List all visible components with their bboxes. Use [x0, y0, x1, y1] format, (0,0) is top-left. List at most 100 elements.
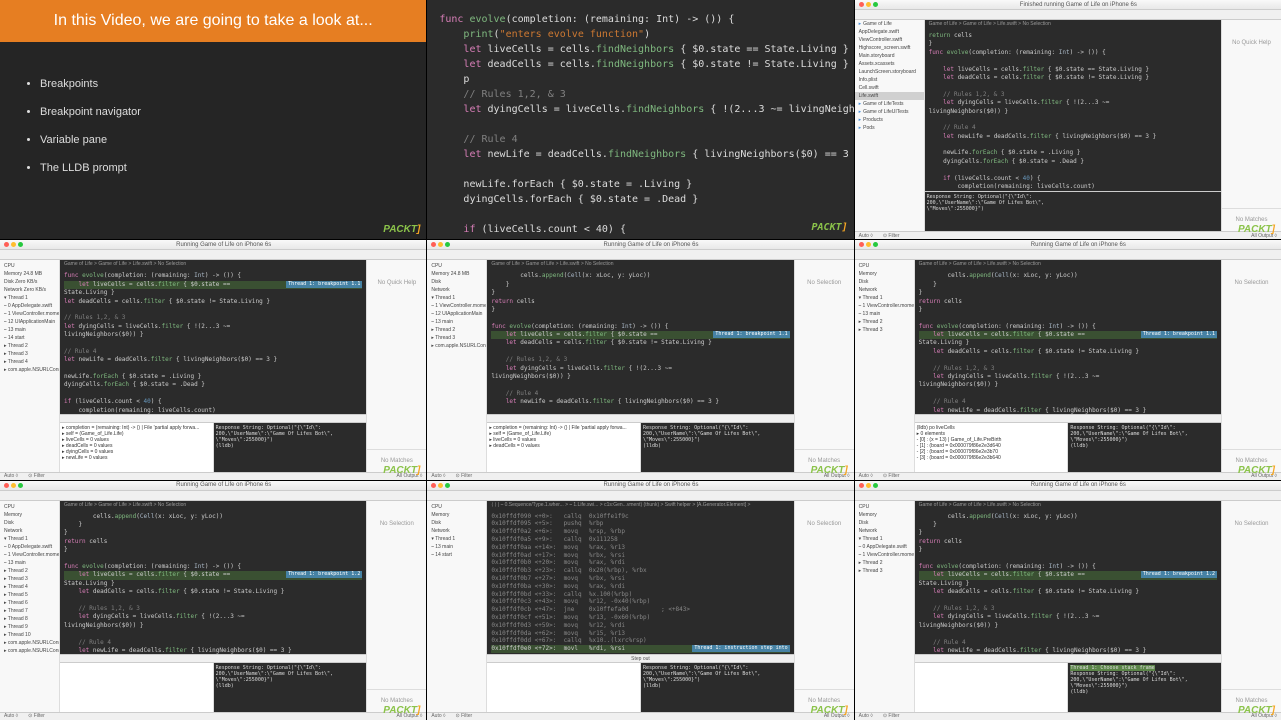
toolbar[interactable]: [855, 491, 1281, 501]
debug-navigator[interactable]: CPU Memory Disk Network ▾ Thread 1 ⎯ 0 A…: [0, 501, 60, 712]
jump-bar[interactable]: Game of Life > Game of Life > Life.swift…: [487, 260, 793, 268]
minimize-icon[interactable]: [866, 2, 871, 7]
zoom-icon[interactable]: [18, 483, 23, 488]
console-output[interactable]: Response String: Optional("{\"Id\": 200,…: [641, 663, 794, 712]
code-editor[interactable]: cells.append(Cell(x: xLoc, y: yLoc)) } }…: [60, 509, 366, 654]
code-editor[interactable]: return cells } func evolve(completion: (…: [925, 28, 1221, 191]
debug-bar[interactable]: Step out: [487, 654, 793, 662]
inspector-panel: No Quick Help No Matches: [1221, 20, 1281, 231]
variables-view-po[interactable]: (lldb) po liveCells ▸ 0 elements - [0] :…: [915, 423, 1069, 472]
xcode-debug-assembly: Running Game of Life on iPhone 6s CPU Me…: [427, 481, 853, 720]
project-root[interactable]: Game of Life: [855, 20, 924, 28]
close-icon[interactable]: [431, 242, 436, 247]
console-output[interactable]: Response String: Optional("{\"Id\": 200,…: [641, 423, 794, 472]
toolbar[interactable]: [855, 10, 1281, 20]
file-item[interactable]: ViewController.swift: [855, 36, 924, 44]
variables-view[interactable]: ▸ completion = (remaining: Int) -> () | …: [487, 423, 641, 472]
assembly-editor[interactable]: 0x10ffdf090 <+0>: callq 0x10ffe1f9c 0x10…: [487, 509, 793, 654]
filter-bar[interactable]: Auto ◊⊙ Filter All Output ◊: [0, 472, 426, 480]
console-output: Response String: Optional("{\"Id\": 200,…: [925, 192, 1221, 231]
filter-bar[interactable]: Auto ◊⊙ Filter All Output ◊: [855, 231, 1281, 239]
zoom-icon[interactable]: [445, 483, 450, 488]
file-item-selected[interactable]: Life.swift: [855, 92, 924, 100]
debug-bar[interactable]: [915, 414, 1221, 422]
toolbar[interactable]: [855, 250, 1281, 260]
debug-bar[interactable]: [915, 654, 1221, 662]
close-icon[interactable]: [859, 2, 864, 7]
quick-help: No Quick Help: [367, 260, 426, 448]
code-editor[interactable]: cells.append(Cell(x: xLoc, y: yLoc)) } }…: [487, 268, 793, 413]
folder-item[interactable]: Pods: [855, 124, 924, 132]
debug-navigator[interactable]: CPU Memory Disk Network ▾ Thread 1 ⎯ 1 V…: [855, 260, 915, 471]
zoom-icon[interactable]: [18, 242, 23, 247]
minimize-icon[interactable]: [866, 242, 871, 247]
code-editor[interactable]: cells.append(Cell(x: xLoc, y: yLoc)) } }…: [915, 268, 1221, 413]
toolbar[interactable]: [427, 250, 853, 260]
code-editor[interactable]: func evolve(completion: (remaining: Int)…: [60, 268, 366, 413]
jump-bar[interactable]: Game of Life > Game of Life > Life.swift…: [915, 501, 1221, 509]
file-item[interactable]: Assets.xcassets: [855, 60, 924, 68]
toolbar[interactable]: [427, 491, 853, 501]
debug-navigator[interactable]: CPU Memory 24.8 MB Disk Zero KB/s Networ…: [0, 260, 60, 471]
zoom-icon[interactable]: [873, 483, 878, 488]
packt-logo: PACKT]: [383, 224, 420, 235]
debug-bar[interactable]: [60, 654, 366, 662]
zoom-icon[interactable]: [873, 242, 878, 247]
debug-navigator[interactable]: CPU Memory 24.8 MB Disk Network ▾ Thread…: [427, 260, 487, 471]
jump-bar[interactable]: Game of Life > Game of Life > Life.swift…: [915, 260, 1221, 268]
bullet-item: The LLDB prompt: [40, 162, 386, 174]
debug-bar[interactable]: [60, 414, 366, 422]
file-item[interactable]: AppDelegate.swift: [855, 28, 924, 36]
bullet-item: Breakpoint navigator: [40, 106, 386, 118]
variables-view[interactable]: [60, 663, 214, 712]
zoom-icon[interactable]: [445, 242, 450, 247]
code-block: func evolve(completion: (remaining: Int)…: [439, 12, 841, 239]
close-icon[interactable]: [4, 483, 9, 488]
variables-view[interactable]: [915, 663, 1069, 712]
jump-bar-asm[interactable]: ⟨ ⟩ | ⎯ 0.Sequence/Type.1.wher... > ⎯ 1.…: [487, 501, 793, 509]
window-title: Running Game of Life on iPhone 6s: [176, 242, 271, 248]
minimize-icon[interactable]: [438, 483, 443, 488]
minimize-icon[interactable]: [11, 483, 16, 488]
project-navigator[interactable]: Game of Life AppDelegate.swift ViewContr…: [855, 20, 925, 231]
jump-bar[interactable]: Game of Life > Game of Life > Life.swift…: [60, 501, 366, 509]
titlebar: Running Game of Life on iPhone 6s: [0, 240, 426, 250]
slide-title: In this Video, we are going to take a lo…: [0, 0, 426, 42]
file-item[interactable]: Highscore_screen.swift: [855, 44, 924, 52]
zoom-icon[interactable]: [873, 2, 878, 7]
packt-logo: PACKT]: [383, 465, 420, 476]
debug-navigator[interactable]: CPU Memory Disk Network ▾ Thread 1 ⎯ 0 A…: [855, 501, 915, 712]
toolbar[interactable]: [0, 491, 426, 501]
close-icon[interactable]: [859, 483, 864, 488]
window-title: Finished running Game of Life on iPhone …: [1020, 2, 1137, 8]
title-slide: In this Video, we are going to take a lo…: [0, 0, 426, 239]
folder-item[interactable]: Game of LifeUITests: [855, 108, 924, 116]
minimize-icon[interactable]: [11, 242, 16, 247]
debug-bar[interactable]: [487, 414, 793, 422]
jump-bar[interactable]: Game of Life > Game of Life > Life.swift…: [925, 20, 1221, 28]
variables-view[interactable]: ▸ completion = (remaining: Int) -> () | …: [60, 423, 214, 472]
code-editor[interactable]: cells.append(Cell(x: xLoc, y: yLoc)) } }…: [915, 509, 1221, 654]
debug-navigator[interactable]: CPU Memory Disk Network ▾ Thread 1 ⎯ 13 …: [427, 501, 487, 712]
close-icon[interactable]: [4, 242, 9, 247]
file-item[interactable]: Cell.swift: [855, 84, 924, 92]
console-output[interactable]: Thread 1: Choose stack frameResponse Str…: [1068, 663, 1221, 712]
variables-view[interactable]: [487, 663, 641, 712]
minimize-icon[interactable]: [866, 483, 871, 488]
folder-item[interactable]: Game of LifeTests: [855, 100, 924, 108]
close-icon[interactable]: [431, 483, 436, 488]
file-item[interactable]: LaunchScreen.storyboard: [855, 68, 924, 76]
quick-help: No Quick Help: [1222, 20, 1281, 208]
toolbar[interactable]: [0, 250, 426, 260]
slide-bullets: Breakpoints Breakpoint navigator Variabl…: [0, 42, 426, 210]
console-output[interactable]: Response String: Optional("{\"Id\": 200,…: [1068, 423, 1221, 472]
file-item[interactable]: Info.plist: [855, 76, 924, 84]
console-output[interactable]: Response String: Optional("{\"Id\": 200,…: [214, 663, 367, 712]
minimize-icon[interactable]: [438, 242, 443, 247]
jump-bar[interactable]: Game of Life > Game of Life > Life.swift…: [60, 260, 366, 268]
folder-item[interactable]: Products: [855, 116, 924, 124]
file-item[interactable]: Main.storyboard: [855, 52, 924, 60]
console-output[interactable]: Response String: Optional("{\"Id\": 200,…: [214, 423, 367, 472]
xcode-window-projectnav: Finished running Game of Life on iPhone …: [855, 0, 1281, 239]
close-icon[interactable]: [859, 242, 864, 247]
